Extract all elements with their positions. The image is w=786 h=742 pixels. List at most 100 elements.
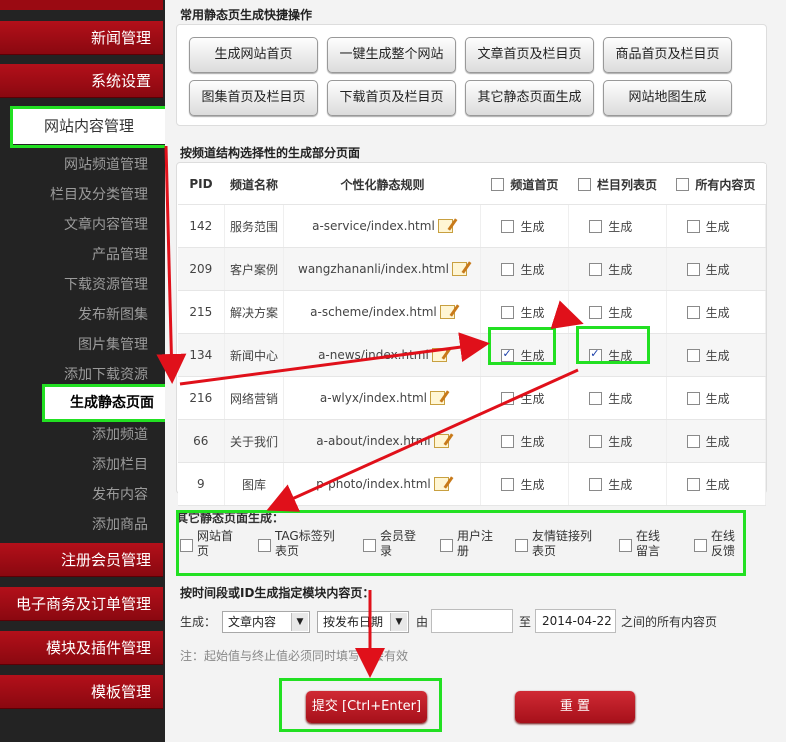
- gen-list-checkbox[interactable]: [589, 434, 603, 448]
- to-label: 至: [519, 615, 532, 629]
- sidebar-item-add-channel[interactable]: 添加频道: [92, 424, 148, 444]
- gen-list-cell[interactable]: 生成: [568, 247, 667, 291]
- reset-button[interactable]: 重 置: [515, 691, 635, 723]
- gen-all-cell[interactable]: 生成: [666, 462, 767, 506]
- gen-all-cell[interactable]: 生成: [666, 290, 767, 334]
- edit-icon[interactable]: [437, 219, 453, 234]
- gen-all-checkbox[interactable]: [686, 305, 700, 319]
- gen-all-checkbox[interactable]: [686, 262, 700, 276]
- sidebar-section-modules[interactable]: 模块及插件管理: [0, 631, 163, 665]
- gen-product-button[interactable]: 商品首页及栏目页: [603, 37, 732, 73]
- gen-home-checkbox[interactable]: [501, 219, 515, 233]
- gen-home-checkbox[interactable]: [501, 434, 515, 448]
- submit-button[interactable]: 提交 [Ctrl+Enter]: [306, 691, 427, 723]
- gen-whole-site-button[interactable]: 一键生成整个网站: [327, 37, 456, 73]
- gen-all-checkbox[interactable]: [686, 219, 700, 233]
- sidebar-item-add-column[interactable]: 添加栏目: [92, 454, 148, 474]
- edit-icon[interactable]: [431, 348, 447, 363]
- gen-list-checkbox[interactable]: [589, 305, 603, 319]
- gen-list-checkbox[interactable]: [589, 477, 603, 491]
- order-select-value: 按发布日期: [323, 615, 384, 629]
- gen-all-checkbox[interactable]: [686, 434, 700, 448]
- gen-home-cell[interactable]: 生成: [480, 204, 570, 248]
- gen-label: 生成: [520, 391, 545, 406]
- home-all-checkbox[interactable]: [491, 177, 505, 191]
- name-cell: 客户案例: [224, 247, 285, 291]
- allcontent-all-checkbox[interactable]: [676, 177, 690, 191]
- gen-all-checkbox[interactable]: [686, 477, 700, 491]
- col-home[interactable]: 频道首页: [480, 164, 569, 205]
- col-list[interactable]: 栏目列表页: [568, 164, 667, 205]
- gen-list-cell[interactable]: 生成: [568, 376, 667, 420]
- sidebar-item-add-download[interactable]: 添加下载资源: [64, 364, 148, 384]
- gen-list-checkbox[interactable]: [589, 262, 603, 276]
- gen-list-checkbox[interactable]: [589, 391, 603, 405]
- chevron-down-icon: ▼: [390, 613, 407, 631]
- sidebar-item-products[interactable]: 产品管理: [92, 244, 148, 264]
- gen-home-checkbox[interactable]: [501, 391, 515, 405]
- module-select[interactable]: 文章内容 ▼: [222, 611, 310, 633]
- gen-home-cell[interactable]: 生成: [480, 419, 570, 463]
- sidebar-item-add-product[interactable]: 添加商品: [92, 514, 148, 534]
- col-rule: 个性化静态规则: [283, 164, 481, 205]
- gen-all-cell[interactable]: 生成: [666, 376, 767, 420]
- gen-list-cell[interactable]: 生成: [568, 419, 667, 463]
- sidebar-item-publish[interactable]: 发布内容: [92, 484, 148, 504]
- gen-all-cell[interactable]: 生成: [666, 419, 767, 463]
- pid-cell: 215: [178, 290, 225, 334]
- edit-icon[interactable]: [433, 477, 449, 492]
- gen-all-cell[interactable]: 生成: [666, 333, 767, 377]
- sidebar-section-ecommerce[interactable]: 电子商务及订单管理: [0, 587, 163, 621]
- edit-icon[interactable]: [433, 434, 449, 449]
- gen-label: 生成: [608, 262, 633, 277]
- table-row: 216 网络营销 a-wlyx/index.html 生成 生成 生成: [178, 376, 767, 420]
- bytime-title: 按时间段或ID生成指定模块内容页：: [180, 586, 375, 600]
- list-all-checkbox[interactable]: [577, 177, 591, 191]
- sidebar-item-channels[interactable]: 网站频道管理: [64, 154, 148, 174]
- table-row: 134新闻中心a-news/index.html生成生成生成: [178, 333, 767, 377]
- gen-home-cell[interactable]: 生成: [480, 462, 570, 506]
- order-select[interactable]: 按发布日期 ▼: [317, 611, 409, 633]
- gen-article-button[interactable]: 文章首页及栏目页: [465, 37, 594, 73]
- to-input[interactable]: 2014-04-22: [535, 609, 616, 633]
- gen-other-button[interactable]: 其它静态页面生成: [465, 80, 594, 116]
- sidebar-section-members[interactable]: 注册会员管理: [0, 543, 163, 577]
- gen-all-cell[interactable]: 生成: [666, 204, 767, 248]
- pid-cell: 216: [178, 376, 225, 420]
- gen-list-cell[interactable]: 生成: [568, 462, 667, 506]
- gen-all-checkbox[interactable]: [686, 391, 700, 405]
- col-all[interactable]: 所有内容页: [666, 164, 766, 205]
- sidebar-item-downloads[interactable]: 下载资源管理: [64, 274, 148, 294]
- gen-all-checkbox[interactable]: [686, 348, 700, 362]
- col-home-label: 频道首页: [510, 177, 559, 192]
- gen-list-cell[interactable]: 生成: [568, 204, 667, 248]
- edit-icon[interactable]: [451, 262, 467, 277]
- edit-icon[interactable]: [439, 305, 455, 320]
- gen-home-checkbox[interactable]: [501, 262, 515, 276]
- gen-gallery-button[interactable]: 图集首页及栏目页: [189, 80, 318, 116]
- sidebar-section-settings[interactable]: 系统设置: [0, 64, 163, 98]
- gen-sitemap-button[interactable]: 网站地图生成: [603, 80, 732, 116]
- edit-icon[interactable]: [429, 391, 445, 406]
- sidebar-item-new-gallery[interactable]: 发布新图集: [78, 304, 148, 324]
- sidebar-section-news[interactable]: 新闻管理: [0, 21, 163, 55]
- pid-cell: 9: [178, 462, 225, 506]
- gen-home-checkbox[interactable]: [501, 305, 515, 319]
- gen-home-cell[interactable]: 生成: [480, 376, 570, 420]
- gen-label: 生成: [705, 348, 730, 363]
- gen-list-checkbox[interactable]: [589, 219, 603, 233]
- rule-cell: a-news/index.html: [283, 333, 482, 377]
- sidebar-item-galleries[interactable]: 图片集管理: [78, 334, 148, 354]
- from-input[interactable]: [431, 609, 513, 633]
- chevron-down-icon: ▼: [291, 613, 308, 631]
- sidebar-item-columns[interactable]: 栏目及分类管理: [50, 184, 148, 204]
- rule-cell-text: a-news/index.html: [318, 347, 429, 362]
- gen-download-button[interactable]: 下载首页及栏目页: [327, 80, 456, 116]
- gen-all-cell[interactable]: 生成: [666, 247, 767, 291]
- gen-home-checkbox[interactable]: [501, 477, 515, 491]
- highlight-generate-static: [42, 384, 182, 422]
- sidebar-item-articles[interactable]: 文章内容管理: [64, 214, 148, 234]
- gen-home-button[interactable]: 生成网站首页: [189, 37, 318, 73]
- sidebar-section-templates[interactable]: 模板管理: [0, 675, 163, 709]
- gen-home-cell[interactable]: 生成: [480, 247, 570, 291]
